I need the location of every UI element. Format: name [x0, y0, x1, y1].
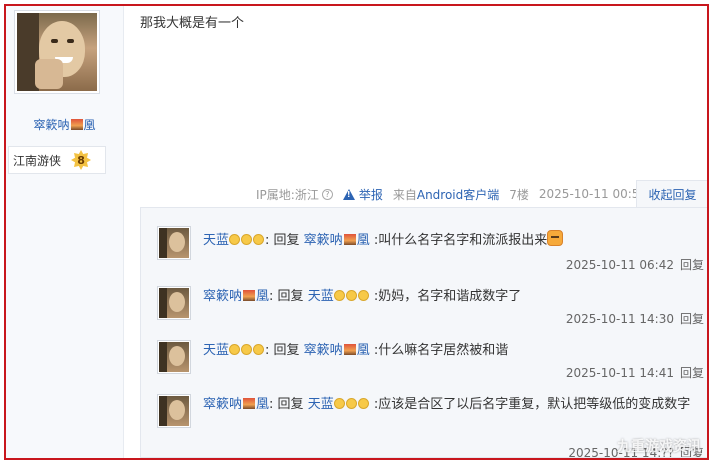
flag-emoji-icon — [343, 234, 356, 245]
smiley-emoji-icon — [229, 344, 241, 355]
reply-avatar[interactable] — [157, 340, 191, 374]
smiley-emoji-icon — [345, 398, 357, 409]
author-avatar[interactable] — [14, 10, 100, 94]
report-button[interactable]: 举报 — [342, 186, 383, 203]
source-prefix: 来自 — [392, 187, 417, 202]
author-name-suffix[interactable]: 凰 — [84, 118, 96, 132]
member-badge[interactable]: 江南游侠 8 — [8, 146, 106, 174]
reply-button[interactable]: 回复 — [680, 258, 704, 272]
reply-user[interactable]: 天蓝 — [203, 233, 229, 248]
reply-meta: 2025-10-11 14:30 回复 — [566, 310, 704, 327]
level-star-icon: 8 — [71, 150, 92, 170]
reply-avatar[interactable] — [157, 286, 191, 320]
smiley-emoji-icon — [333, 398, 345, 409]
smiley-emoji-icon — [229, 234, 241, 245]
reply-body: :奶妈，名字和谐成数字了 — [369, 289, 522, 304]
flag-emoji-icon — [243, 290, 256, 301]
warning-triangle-icon — [342, 188, 355, 200]
author-name[interactable]: 窣簌呐 凰 — [6, 116, 123, 133]
smiley-emoji-icon — [357, 398, 369, 409]
reply-user-suffix[interactable]: 凰 — [256, 397, 269, 412]
reply-prefix: : 回复 — [269, 397, 304, 412]
reply-avatar[interactable] — [157, 226, 191, 260]
reply-target[interactable]: 窣簌呐 — [304, 233, 343, 248]
floor-number: 7楼 — [509, 187, 529, 202]
post-meta: IP属地:浙江 ? 举报 来自 Android客户端 7楼 2025-10-11… — [256, 184, 647, 204]
avatar-image — [17, 13, 97, 91]
reply-target[interactable]: 天蓝 — [308, 397, 334, 412]
reply-target[interactable]: 窣簌呐 — [304, 343, 343, 358]
smiley-emoji-icon — [345, 290, 357, 301]
post-frame: 窣簌呐凰 江南游侠 8 那我大概是有一个 IP属地:浙江 ? 举报 来自 And… — [4, 4, 709, 460]
post-time: 2025-10-11 00:50 — [538, 187, 648, 201]
reply-body: :叫什么名字名字和流派报出来 — [369, 233, 548, 248]
flag-emoji-icon — [70, 119, 83, 130]
reply-user-suffix[interactable]: 凰 — [256, 289, 269, 304]
collapse-replies-button[interactable]: 收起回复 — [636, 180, 707, 208]
reply-time: 2025-10-11 14:30 — [565, 312, 674, 326]
flag-emoji-icon — [343, 344, 356, 355]
reply-user[interactable]: 窣簌呐 — [203, 397, 242, 412]
question-circle-icon[interactable]: ? — [321, 188, 333, 200]
reply-prefix: : 回复 — [269, 289, 304, 304]
watermark: 九重游戏资讯 — [617, 439, 701, 455]
reply-text: 天蓝 : 回复 窣簌呐凰 :什么嘛名字居然被和谐 — [203, 340, 700, 362]
reply-target[interactable]: 天蓝 — [308, 289, 334, 304]
reply-user[interactable]: 天蓝 — [203, 343, 229, 358]
reply-time: 2025-10-11 06:42 — [565, 258, 674, 272]
badge-title: 江南游侠 — [13, 153, 62, 168]
reply-avatar[interactable] — [157, 394, 191, 428]
smiley-emoji-icon — [253, 234, 265, 245]
smiley-emoji-icon — [241, 234, 253, 245]
post-content: 那我大概是有一个 — [140, 16, 245, 31]
reply-text: 窣簌呐 凰: 回复 天蓝 :奶妈，名字和谐成数字了 — [203, 286, 700, 308]
reply-meta: 2025-10-11 14:41 回复 — [566, 364, 704, 381]
client-link[interactable]: Android客户端 — [417, 186, 499, 203]
tiger-emoji-icon — [547, 230, 564, 246]
reply-list: 天蓝: 回复 窣簌呐凰 :叫什么名字名字和流派报出来 2025-10-11 06… — [140, 207, 707, 458]
reply-target-suffix[interactable]: 凰 — [357, 343, 370, 358]
author-name-text[interactable]: 窣簌呐 — [33, 118, 69, 132]
author-sidebar: 窣簌呐 凰 江南游侠 8 — [6, 6, 124, 458]
smiley-emoji-icon — [241, 344, 253, 355]
reply-button[interactable]: 回复 — [680, 366, 704, 380]
reply-prefix: : 回复 — [265, 343, 300, 358]
reply-meta: 2025-10-11 06:42 回复 — [566, 256, 704, 273]
flag-emoji-icon — [243, 398, 256, 409]
reply-prefix: : 回复 — [265, 233, 300, 248]
reply-time: 2025-10-11 14:41 — [565, 366, 674, 380]
reply-text: 天蓝 : 回复 窣簌呐凰 :叫什么名字名字和流派报出来 — [203, 230, 700, 252]
reply-text: 窣簌呐 凰: 回复 天蓝 :应该是合区了以后名字重复，默认把等级低的变成数字 — [203, 394, 700, 416]
reply-body: :什么嘛名字居然被和谐 — [369, 343, 509, 358]
smiley-emoji-icon — [253, 344, 265, 355]
ip-location: IP属地:浙江 — [256, 187, 319, 202]
reply-body: :应该是合区了以后名字重复，默认把等级低的变成数字 — [369, 397, 691, 412]
reply-user[interactable]: 窣簌呐 — [203, 289, 242, 304]
smiley-emoji-icon — [333, 290, 345, 301]
reply-target-suffix[interactable]: 凰 — [357, 233, 370, 248]
reply-button[interactable]: 回复 — [680, 312, 704, 326]
report-label: 举报 — [358, 187, 383, 202]
smiley-emoji-icon — [357, 290, 369, 301]
